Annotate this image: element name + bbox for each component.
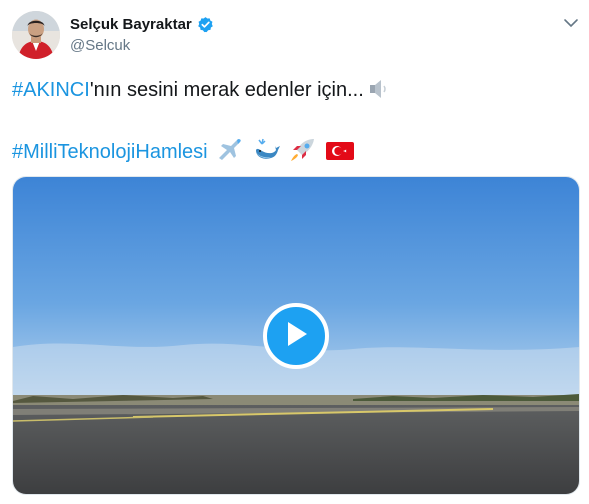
tweet-card: Selçuk Bayraktar @Selcuk #AKINCI'nın ses… bbox=[0, 0, 589, 504]
tweet-text-line-1: #AKINCI'nın sesini merak edenler için... bbox=[12, 78, 390, 106]
tweet-text-line-2: #MilliTeknolojiHamlesi bbox=[12, 138, 354, 168]
video-player[interactable] bbox=[12, 176, 580, 495]
hashtag-milli-teknoloji-hamlesi[interactable]: #MilliTeknolojiHamlesi bbox=[12, 141, 208, 163]
speaker-icon bbox=[368, 78, 390, 106]
verified-badge-icon bbox=[197, 16, 214, 33]
rocket-icon bbox=[290, 138, 316, 168]
display-name[interactable]: Selçuk Bayraktar bbox=[70, 16, 192, 33]
whale-icon bbox=[253, 138, 281, 168]
user-name-row: Selçuk Bayraktar bbox=[70, 16, 214, 33]
chevron-down-icon[interactable] bbox=[563, 16, 579, 28]
avatar[interactable] bbox=[12, 11, 60, 59]
hashtag-akinci[interactable]: #AKINCI bbox=[12, 79, 90, 101]
play-button[interactable] bbox=[263, 303, 329, 369]
airplane-icon bbox=[217, 138, 243, 168]
tweet-text: 'nın sesini merak edenler için... bbox=[89, 79, 364, 101]
turkey-flag-icon bbox=[325, 140, 354, 168]
play-icon bbox=[283, 320, 309, 353]
user-handle[interactable]: @Selcuk bbox=[70, 37, 130, 54]
